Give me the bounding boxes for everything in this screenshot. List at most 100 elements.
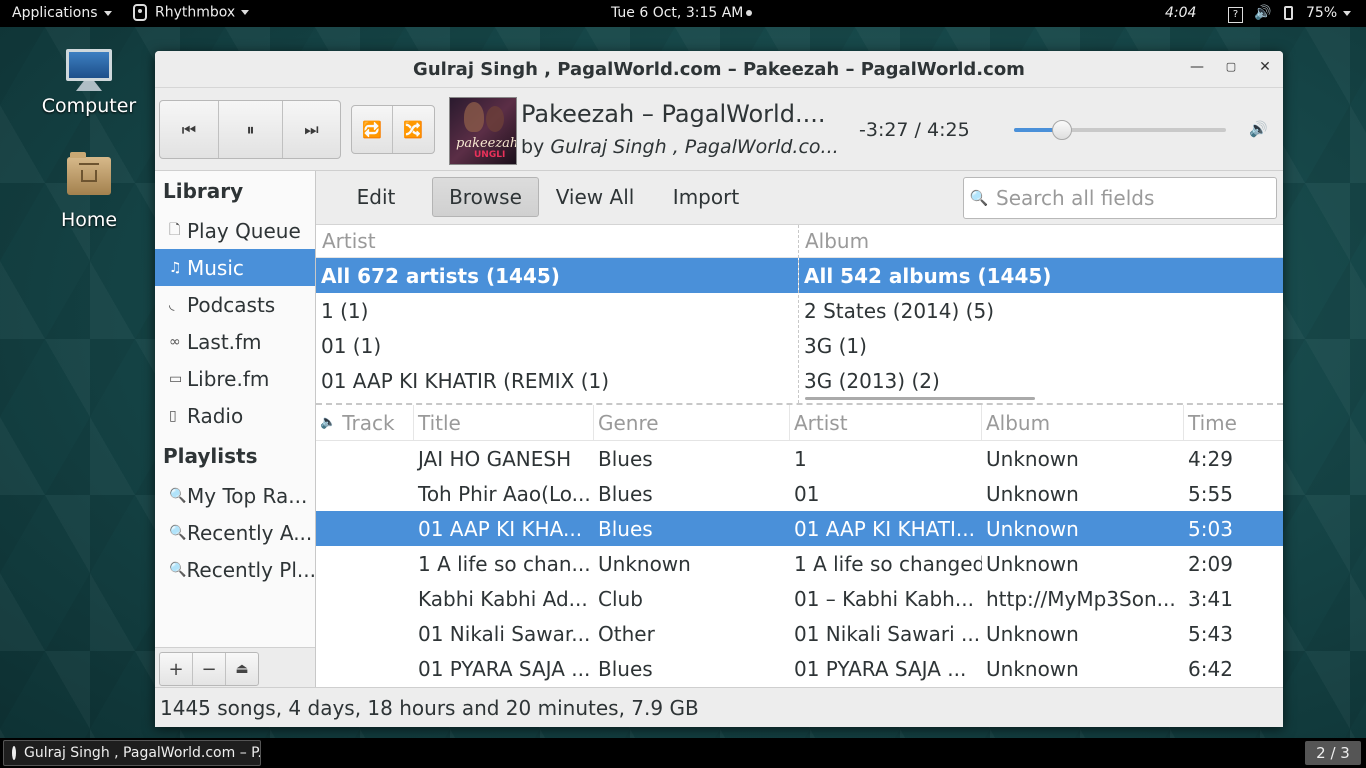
pause-button[interactable]: ⏸ <box>219 101 283 158</box>
volume-icon[interactable]: 🔊 <box>1254 5 1271 21</box>
cell-album: http://MyMp3Son... <box>986 586 1176 611</box>
column-artist[interactable]: Artist <box>790 405 982 440</box>
eject-button[interactable]: ⏏ <box>226 653 258 685</box>
edit-button[interactable]: Edit <box>338 177 414 217</box>
cell-genre: Blues <box>598 656 653 681</box>
cell-genre: Blues <box>598 446 653 471</box>
applications-label: Applications <box>12 5 98 21</box>
clock[interactable]: Tue 6 Oct, 3:15 AM <box>611 5 753 21</box>
sidebar-item-label: My Top Ra... <box>187 483 308 508</box>
artist-row[interactable]: 1 (1) <box>316 293 798 328</box>
search-input[interactable] <box>994 185 1268 211</box>
next-button[interactable]: ⏭ <box>283 101 340 158</box>
monitor-stand <box>76 81 102 91</box>
table-row[interactable]: 01 AAP KI KHA... Blues 01 AAP KI KHATI... U… <box>316 511 1283 546</box>
sidebar-item-radio[interactable]: ▯ Radio <box>155 397 315 434</box>
sidebar-item-music[interactable]: ♫ Music <box>155 249 315 286</box>
column-label: Artist <box>794 410 848 435</box>
table-row[interactable]: Toh Phir Aao(Lo... Blues 01 Unknown 5:55 <box>316 476 1283 511</box>
cell-artist: 01 <box>794 481 820 506</box>
artist-row[interactable]: 01 (1) <box>316 328 798 363</box>
cell-artist: 1 A life so changed <box>794 551 982 576</box>
repeat-button[interactable]: 🔁 <box>352 106 393 153</box>
table-row[interactable]: JAI HO GANESH Blues 1 Unknown 4:29 <box>316 441 1283 476</box>
volume-button[interactable]: 🔊 <box>1249 120 1268 138</box>
seek-handle[interactable] <box>1051 120 1072 140</box>
help-icon[interactable]: ? <box>1228 5 1243 23</box>
remove-playlist-button[interactable]: − <box>193 653 226 685</box>
column-album[interactable]: Album <box>982 405 1184 440</box>
seek-slider[interactable] <box>1014 120 1226 140</box>
sidebar-item-podcasts[interactable]: ◟ Podcasts <box>155 286 315 323</box>
maximize-button[interactable]: ▢ <box>1223 59 1239 75</box>
search-box[interactable]: 🔍 <box>963 177 1277 219</box>
table-row[interactable]: Kabhi Kabhi Ad... Club 01 – Kabhi Kabh... h… <box>316 581 1283 616</box>
queue-icon: 🗋 <box>169 221 181 238</box>
status-bar: 1445 songs, 4 days, 18 hours and 20 minu… <box>155 687 1283 727</box>
minimize-button[interactable]: — <box>1189 59 1205 75</box>
artist-row[interactable]: 01 AAP KI KHATIR (REMIX (1) <box>316 363 798 398</box>
cell-artist: 01 AAP KI KHATI... <box>794 516 975 541</box>
close-button[interactable]: ✕ <box>1257 59 1273 75</box>
taskbar-window-button[interactable]: Gulraj Singh , PagalWorld.com – P... <box>3 740 261 766</box>
album-row[interactable]: 2 States (2014) (5) <box>799 293 1283 328</box>
previous-button[interactable]: ⏮ <box>160 101 219 158</box>
sidebar-item-lastfm[interactable]: ∞ Last.fm <box>155 323 315 360</box>
cell-genre: Blues <box>598 516 653 541</box>
window-title: Gulraj Singh , PagalWorld.com – Pakeezah… <box>413 59 1025 80</box>
sidebar-item-label: Recently Pl... <box>186 557 315 582</box>
album-row[interactable]: 3G (2013) (2) <box>799 363 1283 398</box>
import-button[interactable]: Import <box>664 177 748 217</box>
radio-icon: ▯ <box>169 407 177 424</box>
cell-time: 5:55 <box>1188 481 1233 506</box>
secondary-clock: 4:04 <box>1165 5 1197 21</box>
table-row[interactable]: 01 PYARA SAJA ... Blues 01 PYARA SAJA ... U… <box>316 651 1283 686</box>
song-artist: Gulraj Singh , PagalWorld.co... <box>550 136 839 158</box>
track-list: 🔈 Track Title Genre Artist Album Time JAI… <box>316 405 1283 687</box>
volume-icon: 🔊 <box>1249 120 1268 138</box>
column-genre[interactable]: Genre <box>594 405 790 440</box>
battery-percent[interactable]: 75% <box>1306 5 1352 21</box>
column-track[interactable]: 🔈 Track <box>316 405 414 440</box>
album-row[interactable]: All 542 albums (1445) <box>799 258 1283 293</box>
artist-row[interactable]: All 672 artists (1445) <box>316 258 798 293</box>
track-rows: JAI HO GANESH Blues 1 Unknown 4:29 Toh Phir A… <box>316 441 1283 686</box>
cell-artist: 01 PYARA SAJA ... <box>794 656 967 681</box>
cell-track <box>316 616 414 651</box>
sidebar-item-play-queue[interactable]: 🗋 Play Queue <box>155 212 315 249</box>
add-playlist-button[interactable]: + <box>160 653 193 685</box>
chevron-down-icon <box>241 10 250 15</box>
shuffle-button[interactable]: 🔀 <box>393 106 433 153</box>
sidebar-item-label: Last.fm <box>187 329 262 354</box>
browse-button[interactable]: Browse <box>432 177 539 217</box>
title-bar[interactable]: Gulraj Singh , PagalWorld.com – Pakeezah… <box>155 51 1283 88</box>
cell-title: Kabhi Kabhi Ad... <box>418 586 588 611</box>
table-row[interactable]: 01 Nikali Sawar... Other 01 Nikali Sawari … <box>316 616 1283 651</box>
shuffle-icon: 🔀 <box>403 120 423 139</box>
view-all-button[interactable]: View All <box>550 177 640 217</box>
playback-controls: ⏮ ⏸ ⏭ <box>159 100 341 159</box>
battery-icon[interactable] <box>1284 5 1293 21</box>
column-title[interactable]: Title <box>414 405 594 440</box>
sidebar-item-librefm[interactable]: ▭ Libre.fm <box>155 360 315 397</box>
cell-time: 5:43 <box>1188 621 1233 646</box>
sidebar-item-recently-added[interactable]: 🔍 Recently A... <box>155 514 315 551</box>
table-row[interactable]: 1 A life so chan... Unknown 1 A life so ch… <box>316 546 1283 581</box>
column-time[interactable]: Time <box>1184 405 1283 440</box>
album-scrollbar[interactable] <box>805 397 1035 400</box>
album-row[interactable]: 3G (1) <box>799 328 1283 363</box>
rhythmbox-icon <box>12 746 16 760</box>
artist-header[interactable]: Artist <box>316 225 798 258</box>
applications-menu[interactable]: Applications <box>12 5 112 21</box>
sidebar-item-label: Radio <box>187 403 244 428</box>
sidebar-item-recently-played[interactable]: 🔍 Recently Pl... <box>155 551 315 588</box>
sidebar-button-group: + − ⏏ <box>159 652 259 686</box>
desktop-icon-computer[interactable]: Computer <box>34 49 144 117</box>
desktop-icon-home[interactable]: Home <box>34 152 144 231</box>
album-header[interactable]: Album <box>799 225 1283 258</box>
track-list-header: 🔈 Track Title Genre Artist Album Time <box>316 405 1283 441</box>
app-menu[interactable]: Rhythmbox <box>133 4 250 21</box>
eject-icon: ⏏ <box>235 661 249 677</box>
sidebar-item-my-top-rated[interactable]: 🔍 My Top Ra... <box>155 477 315 514</box>
workspace-indicator[interactable]: 2 / 3 <box>1305 741 1361 765</box>
